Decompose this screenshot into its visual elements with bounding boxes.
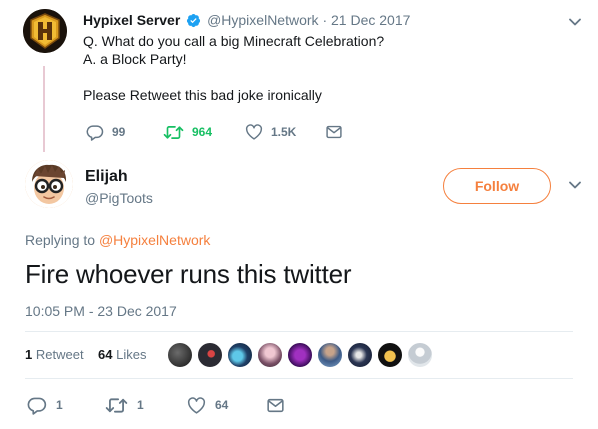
main-reply-button[interactable]: 1	[27, 393, 63, 417]
liker-avatar[interactable]	[257, 342, 283, 368]
retweets-label: Retweet	[35, 347, 84, 362]
chevron-down-icon	[569, 181, 581, 189]
main-avatar[interactable]	[25, 160, 73, 208]
retweet-icon	[105, 397, 128, 413]
reply-icon	[86, 124, 104, 141]
parent-text-line: Q. What do you call a big Minecraft Cele…	[83, 33, 385, 49]
main-like-count: 64	[215, 398, 229, 412]
liker-avatar[interactable]	[167, 342, 193, 368]
parent-text-line: A. a Block Party!	[83, 51, 187, 67]
separator-dot: ·	[322, 12, 328, 28]
liker-avatar[interactable]	[287, 342, 313, 368]
parent-like-button[interactable]: 1.5K	[245, 122, 296, 142]
likes-stat-link[interactable]: 64 Likes	[98, 347, 146, 362]
replying-mention-link[interactable]: @HypixelNetwork	[99, 232, 210, 248]
parent-date[interactable]: 21 Dec 2017	[331, 12, 410, 28]
main-reply-count: 1	[56, 398, 63, 412]
replying-prefix: Replying to	[25, 232, 96, 248]
parent-tweet-text: Q. What do you call a big Minecraft Cele…	[83, 32, 543, 104]
liker-avatar[interactable]	[407, 342, 433, 368]
verified-badge-icon	[186, 13, 201, 28]
parent-retweet-count: 964	[192, 125, 213, 139]
likes-label: Likes	[116, 347, 147, 362]
main-display-name[interactable]: Elijah	[85, 167, 128, 187]
engagement-stats: 1 Retweet 64 Likes	[25, 341, 146, 369]
liker-avatar[interactable]	[227, 342, 253, 368]
main-tweet-text: Fire whoever runs this twitter	[25, 259, 352, 289]
parent-reply-button[interactable]: 99	[86, 122, 125, 142]
parent-display-name[interactable]: Hypixel Server	[83, 12, 180, 28]
retweet-icon	[163, 125, 184, 139]
reply-icon	[27, 397, 47, 415]
parent-like-count: 1.5K	[271, 125, 297, 139]
liker-avatar[interactable]	[347, 342, 373, 368]
main-timestamp[interactable]: 10:05 PM - 23 Dec 2017	[25, 302, 177, 320]
main-dm-button[interactable]	[267, 393, 293, 417]
likes-count: 64	[98, 347, 113, 362]
parent-menu-chevron-button[interactable]	[569, 18, 581, 26]
parent-tweet-header: Hypixel Server @HypixelNetwork · 21 Dec …	[83, 11, 410, 29]
divider	[25, 378, 573, 379]
liker-avatar[interactable]	[317, 342, 343, 368]
parent-text-line: Please Retweet this bad joke ironically	[83, 87, 322, 103]
retweets-count: 1	[25, 347, 33, 362]
liker-avatar[interactable]	[377, 342, 403, 368]
parent-handle[interactable]: @HypixelNetwork	[207, 12, 318, 28]
replying-to: Replying to @HypixelNetwork	[25, 231, 210, 249]
main-retweet-count: 1	[137, 398, 144, 412]
heart-icon	[187, 396, 206, 414]
main-like-button[interactable]: 64	[187, 393, 228, 417]
parent-text-line	[83, 68, 543, 86]
thread-line	[43, 66, 45, 152]
heart-icon	[245, 124, 263, 140]
divider	[25, 331, 573, 332]
chevron-down-icon	[569, 18, 581, 26]
parent-reply-count: 99	[112, 125, 126, 139]
retweets-stat-link[interactable]: 1 Retweet	[25, 347, 87, 362]
main-menu-chevron-button[interactable]	[569, 181, 581, 189]
parent-avatar[interactable]	[23, 9, 67, 53]
liker-avatars	[167, 342, 437, 368]
main-handle[interactable]: @PigToots	[85, 189, 153, 207]
liker-avatar[interactable]	[197, 342, 223, 368]
follow-button[interactable]: Follow	[443, 168, 551, 204]
parent-retweet-button[interactable]: 964	[163, 122, 212, 142]
parent-dm-button[interactable]	[326, 122, 350, 142]
mail-icon	[326, 125, 342, 139]
main-retweet-button[interactable]: 1	[105, 393, 144, 417]
mail-icon	[267, 398, 284, 412]
